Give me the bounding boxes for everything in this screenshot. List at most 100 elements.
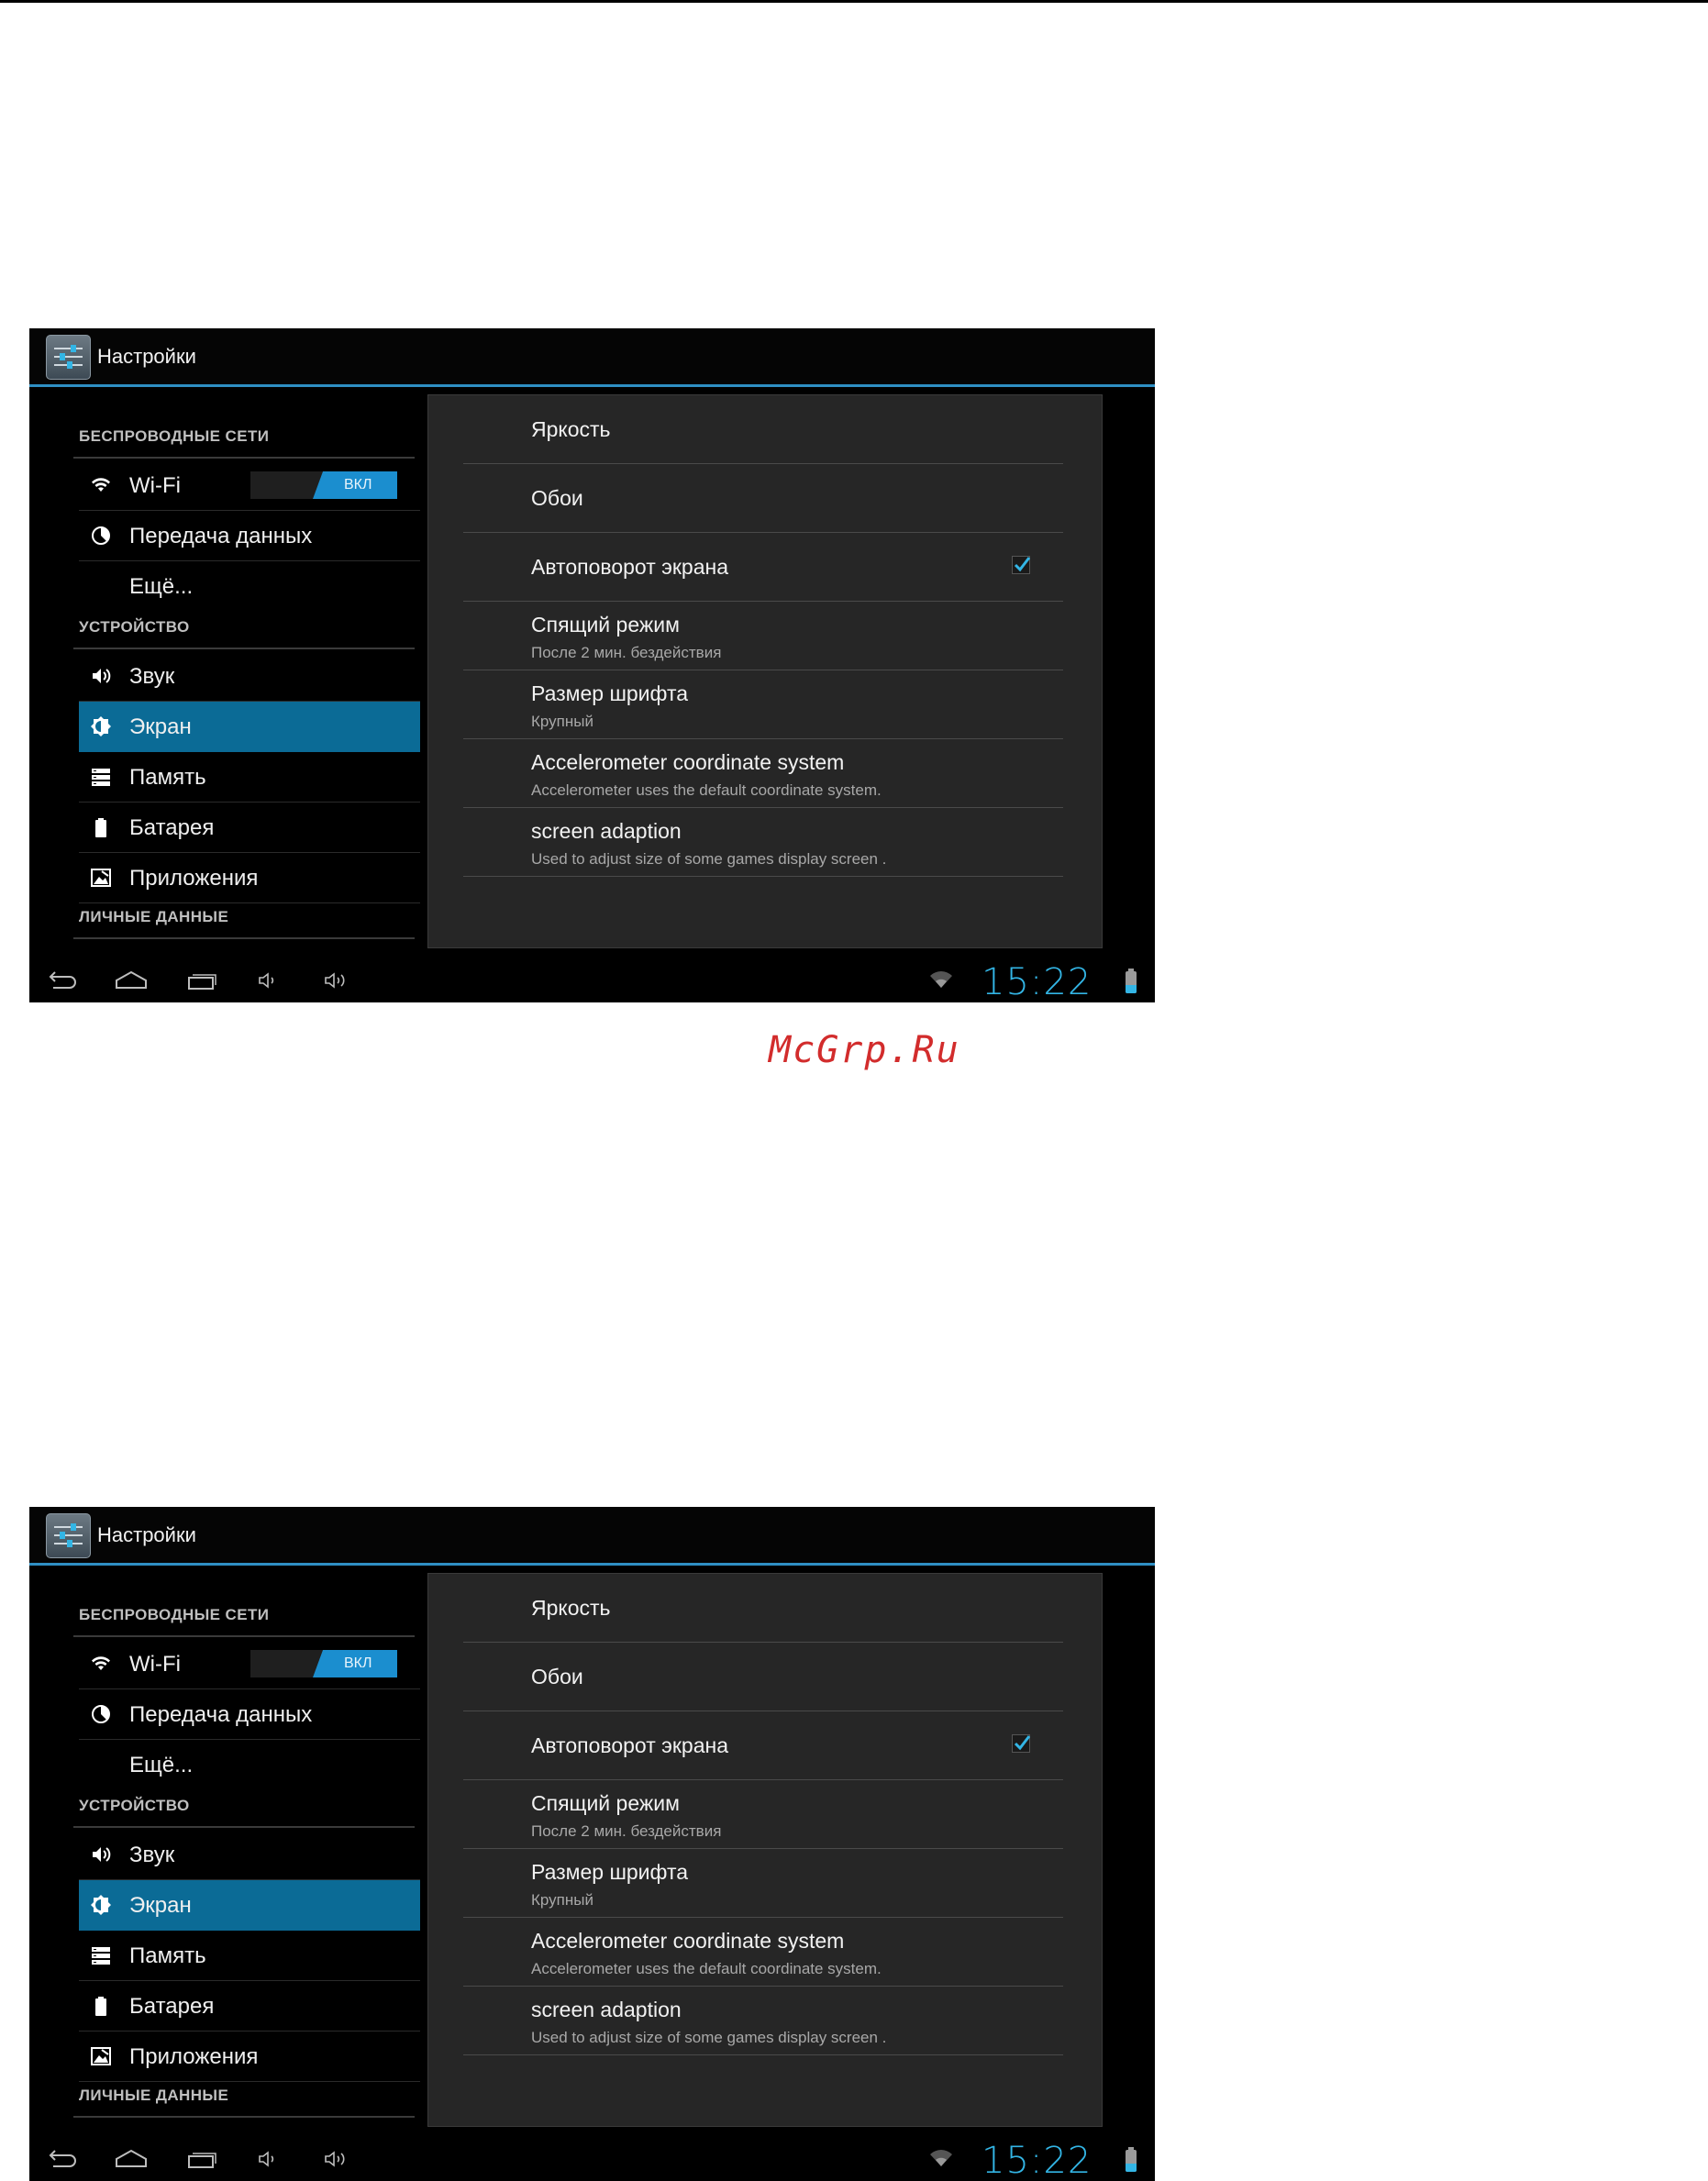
wifi-toggle-label: ВКЛ — [344, 477, 372, 493]
pref-title: Размер шрифта — [531, 1860, 689, 1884]
recent-apps-icon[interactable] — [185, 2148, 218, 2170]
nav-item-more[interactable]: Ещё... — [79, 1740, 420, 1790]
settings-nav-pane: БЕСПРОВОДНЫЕ СЕТИ Wi-Fi ВКЛ Передача дан… — [29, 387, 424, 956]
pref-title: Accelerometer coordinate system — [531, 1929, 845, 1953]
battery-status-icon — [1126, 2147, 1137, 2172]
recent-apps-icon[interactable] — [185, 969, 218, 991]
pref-wallpaper[interactable]: Обои — [463, 464, 1063, 533]
pref-title: Обои — [531, 486, 583, 510]
nav-item-sound[interactable]: Звук — [79, 651, 420, 702]
pref-title: Яркость — [531, 1596, 611, 1620]
pref-screen-adaption[interactable]: screen adaption Used to adjust size of s… — [463, 808, 1063, 877]
pref-summary: Accelerometer uses the default coordinat… — [531, 781, 882, 799]
pref-screen-adaption[interactable]: screen adaption Used to adjust size of s… — [463, 1987, 1063, 2055]
nav-item-data-usage[interactable]: Передача данных — [79, 1689, 420, 1740]
back-icon[interactable] — [46, 969, 79, 991]
pref-title: screen adaption — [531, 819, 682, 843]
pref-sleep[interactable]: Спящий режим После 2 мин. бездействия — [463, 1780, 1063, 1849]
pref-accelerometer[interactable]: Accelerometer coordinate system Accelero… — [463, 739, 1063, 808]
nav-item-battery[interactable]: Батарея — [79, 1981, 420, 2032]
auto-rotate-checkbox[interactable] — [1012, 556, 1030, 574]
nav-item-label: Приложения — [129, 2044, 259, 2069]
pref-summary: После 2 мин. бездействия — [531, 1822, 722, 1840]
pref-sleep[interactable]: Спящий режим После 2 мин. бездействия — [463, 602, 1063, 670]
action-bar: Настройки — [29, 328, 1155, 387]
volume-up-icon[interactable] — [323, 2148, 352, 2170]
pref-accelerometer[interactable]: Accelerometer coordinate system Accelero… — [463, 1918, 1063, 1987]
nav-item-label: Ещё... — [129, 574, 194, 599]
wifi-icon — [92, 1656, 110, 1670]
nav-item-label: Экран — [129, 1893, 192, 1918]
sound-icon — [93, 1847, 111, 1862]
nav-item-storage[interactable]: Память — [79, 752, 420, 803]
nav-item-label: Память — [129, 765, 206, 790]
section-header-personal: ЛИЧНЫЕ ДАННЫЕ — [73, 2087, 418, 2118]
apps-icon — [91, 869, 111, 887]
nav-item-label: Батарея — [129, 815, 215, 840]
pref-title: Спящий режим — [531, 613, 680, 637]
nav-item-wifi[interactable]: Wi-Fi ВКЛ — [79, 460, 420, 511]
section-header-personal: ЛИЧНЫЕ ДАННЫЕ — [73, 908, 418, 939]
pref-title: Яркость — [531, 417, 611, 441]
data-usage-icon — [92, 1705, 110, 1723]
page-top-rule — [0, 0, 1708, 3]
display-icon — [91, 1895, 111, 1915]
back-icon[interactable] — [46, 2148, 79, 2170]
settings-app-icon[interactable] — [46, 1513, 91, 1558]
nav-item-label: Передача данных — [129, 1702, 313, 1727]
pref-title: Автоповорот экрана — [531, 1733, 728, 1757]
battery-status-icon — [1126, 969, 1137, 993]
settings-app-icon[interactable] — [46, 335, 91, 380]
app-title: Настройки — [97, 345, 196, 368]
pref-font-size[interactable]: Размер шрифта Крупный — [463, 670, 1063, 739]
auto-rotate-checkbox[interactable] — [1012, 1734, 1030, 1753]
pref-brightness[interactable]: Яркость — [463, 395, 1063, 464]
nav-item-more[interactable]: Ещё... — [79, 561, 420, 612]
apps-icon — [91, 2047, 111, 2065]
nav-item-display[interactable]: Экран — [79, 1880, 420, 1931]
nav-item-label: Передача данных — [129, 524, 313, 548]
checkmark-icon — [1014, 1735, 1030, 1751]
pref-wallpaper[interactable]: Обои — [463, 1643, 1063, 1711]
home-icon[interactable] — [114, 2148, 149, 2170]
display-settings-pane: Яркость Обои Автоповорот экрана Спящий р… — [427, 1573, 1103, 2127]
system-bar: 15:22 — [29, 2136, 1155, 2181]
display-icon — [91, 716, 111, 736]
nav-item-battery[interactable]: Батарея — [79, 803, 420, 853]
volume-up-icon[interactable] — [323, 969, 352, 991]
nav-item-data-usage[interactable]: Передача данных — [79, 511, 420, 561]
pref-auto-rotate[interactable]: Автоповорот экрана — [463, 533, 1063, 602]
system-bar: 15:22 — [29, 958, 1155, 1002]
app-title: Настройки — [97, 1523, 196, 1546]
section-header-device: УСТРОЙСТВО — [73, 618, 418, 649]
nav-item-apps[interactable]: Приложения — [79, 853, 420, 903]
nav-item-storage[interactable]: Память — [79, 1931, 420, 1981]
storage-icon — [92, 1947, 110, 1965]
volume-down-icon[interactable] — [257, 2148, 281, 2170]
action-bar: Настройки — [29, 1507, 1155, 1566]
wifi-toggle[interactable]: ВКЛ — [250, 471, 397, 499]
display-settings-pane: Яркость Обои Автоповорот экрана Спящий р… — [427, 394, 1103, 948]
pref-font-size[interactable]: Размер шрифта Крупный — [463, 1849, 1063, 1918]
pref-title: Обои — [531, 1665, 583, 1688]
wifi-status-icon — [930, 971, 952, 988]
settings-screen-1: Настройки БЕСПРОВОДНЫЕ СЕТИ Wi-Fi ВКЛ Пе… — [29, 328, 1155, 1002]
nav-item-label: Wi-Fi — [129, 1652, 181, 1677]
nav-item-display[interactable]: Экран — [79, 702, 420, 752]
settings-nav-pane: БЕСПРОВОДНЫЕ СЕТИ Wi-Fi ВКЛ Передача дан… — [29, 1566, 424, 2134]
nav-item-sound[interactable]: Звук — [79, 1830, 420, 1880]
pref-title: Автоповорот экрана — [531, 555, 728, 579]
pref-brightness[interactable]: Яркость — [463, 1574, 1063, 1643]
nav-item-apps[interactable]: Приложения — [79, 2032, 420, 2082]
volume-down-icon[interactable] — [257, 969, 281, 991]
nav-item-wifi[interactable]: Wi-Fi ВКЛ — [79, 1639, 420, 1689]
wifi-toggle[interactable]: ВКЛ — [250, 1650, 397, 1677]
clock: 15:22 — [982, 2140, 1092, 2181]
nav-item-label: Батарея — [129, 1994, 215, 2019]
data-usage-icon — [92, 526, 110, 545]
wifi-status-icon — [930, 2150, 952, 2166]
battery-icon — [95, 1997, 106, 2016]
wifi-toggle-label: ВКЛ — [344, 1655, 372, 1671]
pref-auto-rotate[interactable]: Автоповорот экрана — [463, 1711, 1063, 1780]
home-icon[interactable] — [114, 969, 149, 991]
